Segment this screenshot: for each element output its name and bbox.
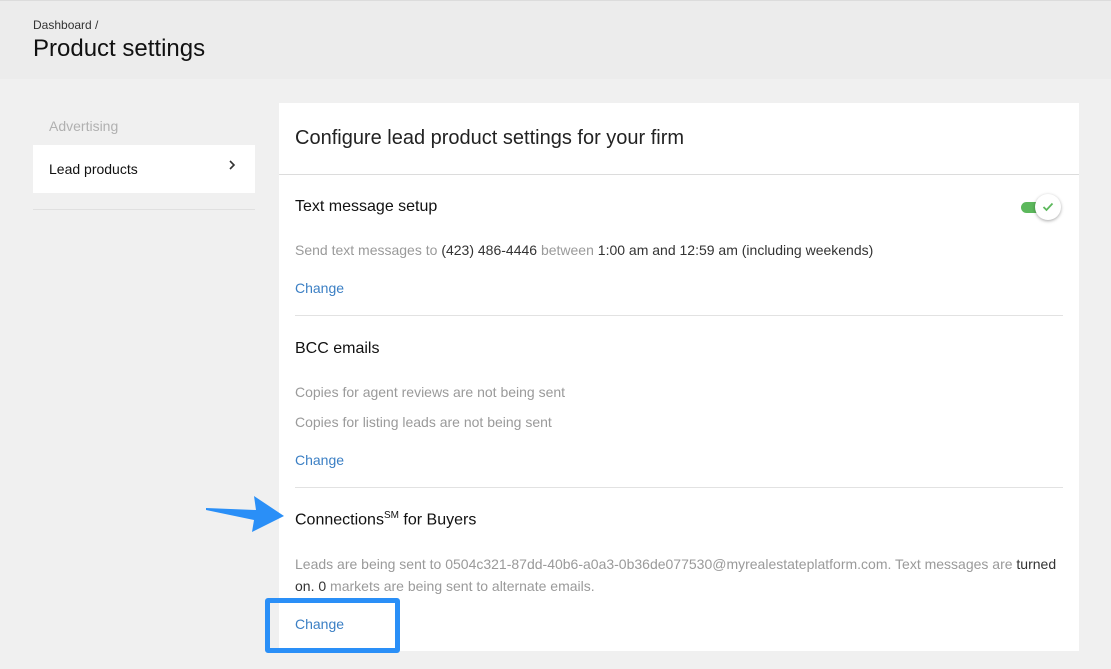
- bcc-section-title: BCC emails: [295, 340, 380, 357]
- connections-markets-suffix: markets are being sent to alternate emai…: [330, 578, 595, 594]
- text-message-change-link[interactable]: Change: [295, 280, 344, 296]
- check-icon: [1042, 202, 1054, 212]
- connections-market-count: 0: [318, 578, 327, 594]
- breadcrumb[interactable]: Dashboard /: [33, 18, 98, 32]
- bcc-change-link[interactable]: Change: [295, 452, 344, 468]
- text-message-section-title: Text message setup: [295, 198, 438, 215]
- service-mark: SM: [383, 510, 399, 521]
- text-message-prefix: Send text messages to: [295, 242, 438, 258]
- text-message-description: Send text messages to (423) 486-4446 bet…: [295, 242, 873, 258]
- bcc-agent-reviews-status: Copies for agent reviews are not being s…: [295, 384, 566, 400]
- connections-title-suffix: for Buyers: [403, 511, 477, 529]
- card-title: Configure lead product settings for your…: [295, 127, 685, 149]
- settings-card: Configure lead product settings for your…: [279, 103, 1079, 651]
- connections-title-text: Connections: [295, 511, 384, 529]
- section-divider: [295, 315, 1063, 316]
- sidebar-divider: [33, 209, 255, 210]
- sidebar-heading-advertising[interactable]: Advertising: [49, 118, 118, 134]
- connections-text-status: turned: [1016, 556, 1057, 572]
- connections-leads-destination: Leads are being sent to 0504c321-87dd-40…: [295, 556, 1013, 572]
- annotation-arrow-icon: [206, 496, 284, 532]
- connections-line-2: on. 0 markets are being sent to alternat…: [295, 578, 595, 594]
- text-message-between: between: [540, 242, 594, 258]
- chevron-right-icon: [227, 158, 237, 177]
- text-message-phone: (423) 486-4446: [441, 242, 538, 258]
- toggle-knob: [1035, 194, 1061, 220]
- sidebar-item-lead-products[interactable]: Lead products: [33, 145, 255, 193]
- connections-text-status-cont: on.: [295, 578, 315, 594]
- text-message-toggle[interactable]: [1021, 194, 1063, 220]
- card-title-divider: [279, 174, 1079, 175]
- page-title: Product settings: [33, 35, 206, 62]
- section-divider: [295, 487, 1063, 488]
- connections-section-title: ConnectionsSM for Buyers: [295, 510, 476, 529]
- annotation-highlight-box: [265, 598, 400, 653]
- sidebar-item-label: Lead products: [49, 161, 138, 177]
- text-message-time-range: 1:00 am and 12:59 am (including weekends…: [597, 242, 874, 258]
- connections-line-1: Leads are being sent to 0504c321-87dd-40…: [295, 556, 1063, 572]
- bcc-listing-leads-status: Copies for listing leads are not being s…: [295, 414, 552, 430]
- page-header: Dashboard / Product settings: [0, 0, 1111, 79]
